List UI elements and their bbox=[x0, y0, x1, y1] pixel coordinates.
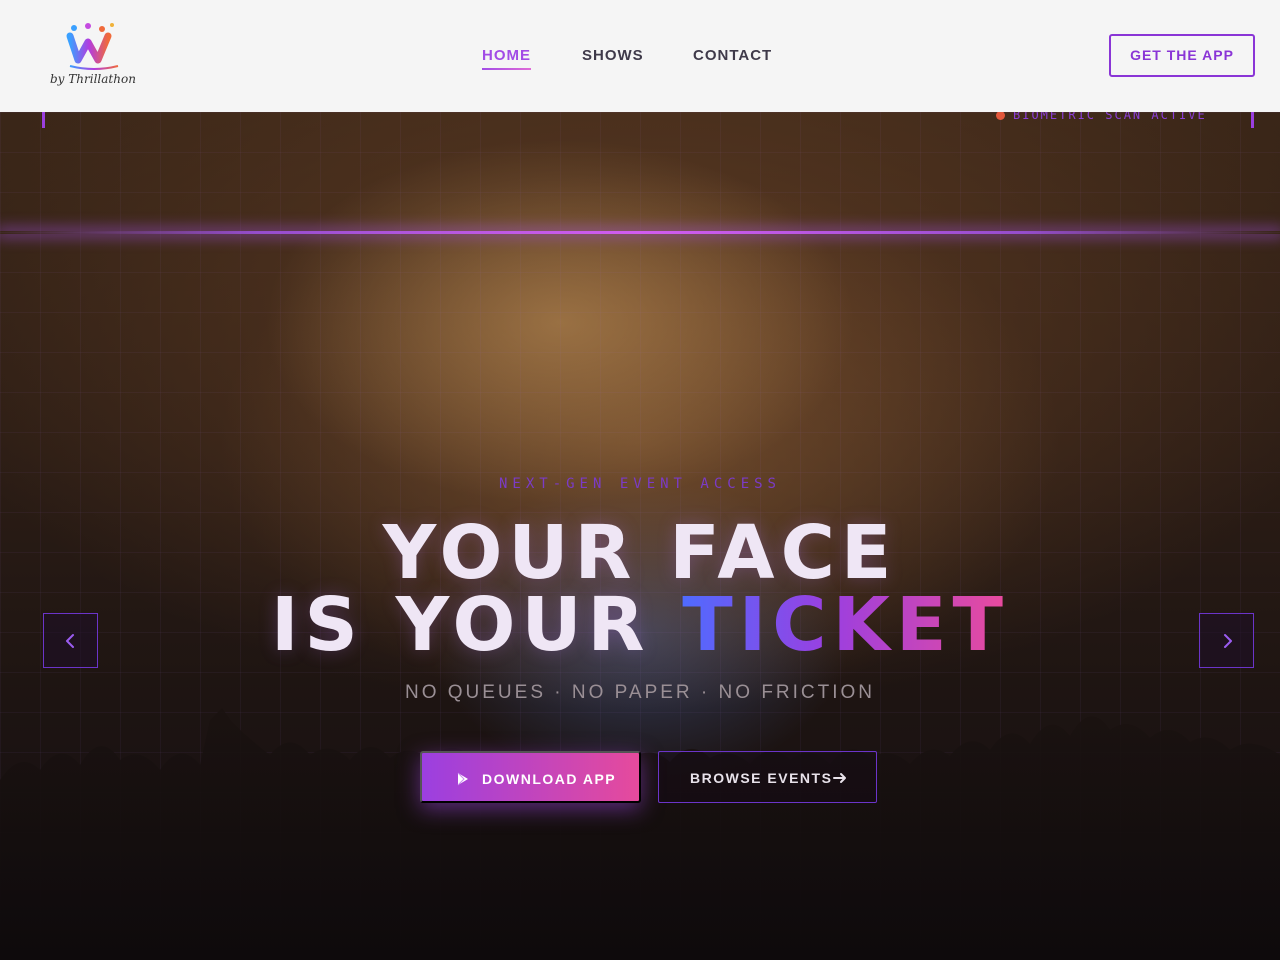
browse-events-button[interactable]: BROWSE EVENTS bbox=[658, 751, 877, 803]
hud-corner-left bbox=[42, 112, 45, 128]
nav-link-shows[interactable]: SHOWS bbox=[582, 47, 644, 64]
arrow-right-icon bbox=[833, 773, 846, 783]
browse-events-label: BROWSE EVENTS bbox=[690, 770, 833, 786]
status-text: BIOMETRIC SCAN ACTIVE bbox=[1013, 112, 1207, 122]
hero-section: BIOMETRIC SCAN ACTIVE NEXT-GEN EVENT ACC… bbox=[0, 112, 1280, 960]
headline-line-2: IS YOUR TICKET bbox=[0, 588, 1280, 662]
play-store-icon bbox=[457, 772, 468, 786]
headline-line-1: YOUR FACE bbox=[382, 510, 898, 596]
hero-eyebrow: NEXT-GEN EVENT ACCESS bbox=[498, 476, 781, 492]
brand-logo[interactable]: by Thrillathon bbox=[44, 20, 144, 92]
download-app-label: DOWNLOAD APP bbox=[482, 771, 617, 787]
hero-tagline: NO QUEUES · NO PAPER · NO FRICTION bbox=[404, 682, 876, 703]
concert-crowd-silhouette bbox=[0, 708, 1280, 960]
nav-link-home[interactable]: HOME bbox=[482, 47, 531, 70]
nav-link-contact[interactable]: CONTACT bbox=[693, 47, 772, 64]
hud-corner-right bbox=[1251, 112, 1254, 128]
brand-tagline: by Thrillathon bbox=[50, 72, 136, 86]
hero-headline: YOUR FACE IS YOUR TICKET bbox=[0, 510, 1280, 662]
top-navbar: by Thrillathon HOME SHOWS CONTACT GET TH… bbox=[0, 0, 1280, 112]
download-app-button[interactable]: DOWNLOAD APP bbox=[420, 751, 641, 803]
get-the-app-button[interactable]: GET THE APP bbox=[1109, 34, 1255, 77]
headline-accent-word: TICKET bbox=[682, 582, 1009, 668]
logo-mark-icon bbox=[47, 23, 136, 70]
scan-line bbox=[0, 231, 1280, 234]
headline-line-2-prefix: IS YOUR bbox=[271, 582, 683, 668]
